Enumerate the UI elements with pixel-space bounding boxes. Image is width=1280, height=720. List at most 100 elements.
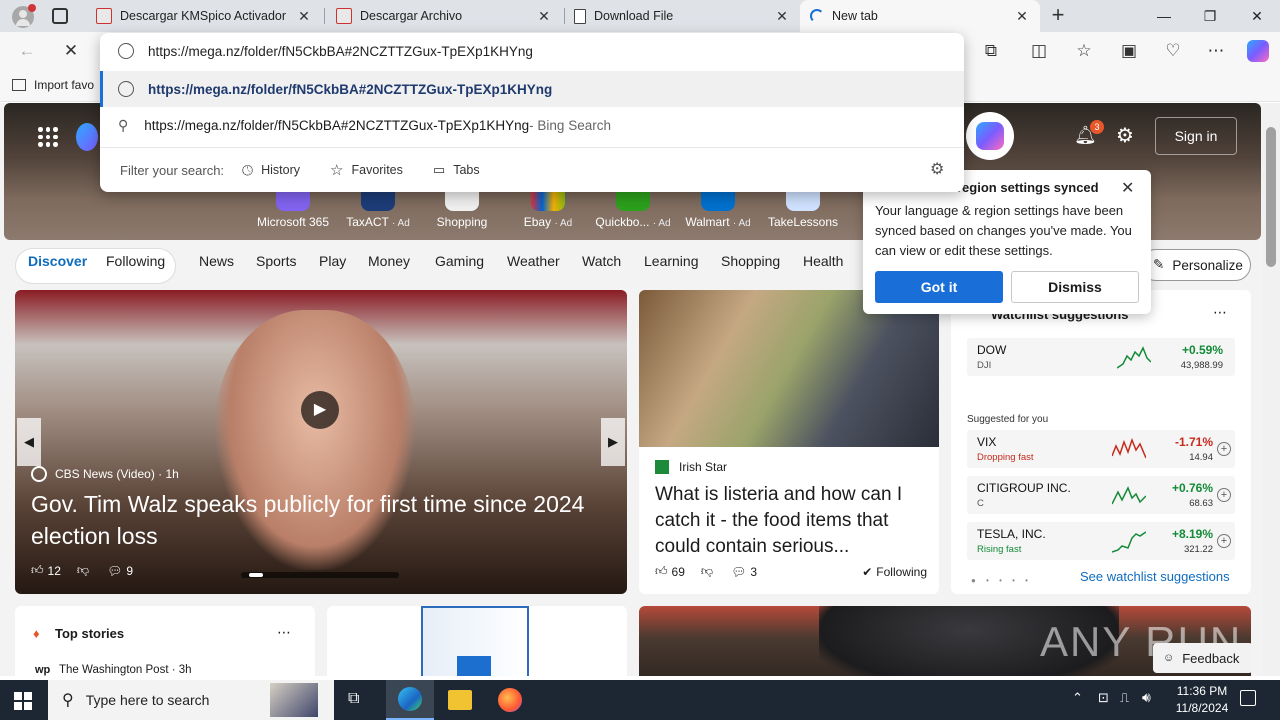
more-options-icon[interactable]: ⋯ bbox=[277, 624, 291, 641]
firefox-icon[interactable] bbox=[498, 688, 522, 712]
see-watchlist-link[interactable]: See watchlist suggestions bbox=[1080, 569, 1230, 584]
app-launcher-icon[interactable] bbox=[38, 127, 58, 147]
dismiss-button[interactable]: Dismiss bbox=[1011, 271, 1139, 303]
nav-gaming[interactable]: Gaming bbox=[435, 253, 484, 269]
profile-icon[interactable] bbox=[12, 4, 36, 28]
close-window-button[interactable]: ✕ bbox=[1234, 0, 1280, 32]
clock-time[interactable]: 11:36 PM bbox=[1170, 684, 1234, 698]
quick-link-walmart[interactable]: Walmart · Ad bbox=[673, 191, 763, 229]
like-icon[interactable]: 👍︎ bbox=[655, 564, 668, 579]
nav-following[interactable]: Following bbox=[106, 253, 165, 269]
nav-shopping[interactable]: Shopping bbox=[721, 253, 780, 269]
nav-sports[interactable]: Sports bbox=[256, 253, 296, 269]
address-input[interactable] bbox=[148, 43, 908, 59]
volume-icon[interactable]: 🔊︎ bbox=[1142, 689, 1151, 706]
like-icon[interactable]: 👍︎ bbox=[31, 563, 44, 578]
start-windows-icon[interactable] bbox=[14, 692, 32, 710]
side-story-card[interactable]: Irish Star What is listeria and how can … bbox=[639, 290, 939, 594]
notification-center-icon[interactable] bbox=[1240, 690, 1256, 706]
quick-link-shopping[interactable]: Shopping bbox=[417, 191, 507, 229]
search-settings-gear-icon[interactable]: ⚙ bbox=[930, 159, 944, 179]
system-tray-chevron-icon[interactable]: ⌃ bbox=[1072, 690, 1083, 706]
side-story-title[interactable]: What is listeria and how can I catch it … bbox=[655, 482, 927, 560]
stock-row-dow[interactable]: DOW DJI +0.59% 43,988.99 bbox=[967, 338, 1235, 376]
feedback-button[interactable]: ☺ Feedback bbox=[1153, 643, 1253, 673]
add-to-watchlist-icon[interactable]: + bbox=[1217, 534, 1231, 548]
filter-favorites[interactable]: ☆ Favorites bbox=[330, 161, 403, 179]
more-options-icon[interactable]: ⋯ bbox=[1213, 304, 1227, 321]
file-explorer-icon[interactable] bbox=[448, 690, 472, 710]
quick-link-taxact[interactable]: TaxACT · Ad bbox=[333, 191, 423, 229]
nav-discover[interactable]: Discover bbox=[28, 253, 87, 269]
back-icon[interactable]: ← bbox=[12, 36, 42, 66]
nav-watch[interactable]: Watch bbox=[582, 253, 621, 269]
close-tab-icon[interactable]: ✕ bbox=[536, 8, 552, 25]
play-video-icon[interactable]: ▶ bbox=[301, 391, 339, 429]
url-suggestion[interactable]: https://mega.nz/folder/fN5CkbBA#2NCZTTZG… bbox=[100, 71, 964, 107]
nav-learning[interactable]: Learning bbox=[644, 253, 699, 269]
new-tab-button[interactable]: + bbox=[1046, 4, 1070, 28]
minimize-button[interactable]: — bbox=[1141, 0, 1187, 32]
stock-row-citigroup[interactable]: CITIGROUP INC. C +0.76% 68.63 + bbox=[967, 476, 1235, 514]
tab-download-file[interactable]: Download File ✕ bbox=[564, 0, 800, 32]
close-tab-icon[interactable]: ✕ bbox=[774, 8, 790, 25]
nav-news[interactable]: News bbox=[199, 253, 234, 269]
browser-essentials-icon[interactable]: ♡ bbox=[1158, 36, 1188, 66]
copilot-icon[interactable] bbox=[1243, 36, 1273, 66]
quick-link-quickbooks[interactable]: Quickbo... · Ad bbox=[588, 191, 678, 229]
stop-loading-icon[interactable]: ✕ bbox=[56, 36, 86, 66]
close-tab-icon[interactable]: ✕ bbox=[1014, 8, 1030, 25]
stock-row-tesla[interactable]: TESLA, INC. Rising fast +8.19% 321.22 + bbox=[967, 522, 1235, 560]
tab-actions-icon[interactable] bbox=[52, 8, 68, 24]
top-stories-title[interactable]: Top stories bbox=[55, 626, 124, 641]
clock-date[interactable]: 11/8/2024 bbox=[1170, 701, 1234, 715]
quick-link-takelessons[interactable]: TakeLessons bbox=[758, 191, 848, 229]
taskbar-search-box[interactable]: ⚲ Type here to search bbox=[48, 680, 334, 720]
wifi-icon[interactable]: ⎍ bbox=[1120, 690, 1129, 706]
network-icon[interactable]: ⊡ bbox=[1098, 690, 1109, 706]
nav-money[interactable]: Money bbox=[368, 253, 410, 269]
got-it-button[interactable]: Got it bbox=[875, 271, 1003, 303]
personalize-button[interactable]: ✎ Personalize bbox=[1140, 249, 1251, 281]
quick-link-microsoft365[interactable]: Microsoft 365 bbox=[248, 191, 338, 229]
stock-row-vix[interactable]: VIX Dropping fast -1.71% 14.94 + bbox=[967, 430, 1235, 468]
dislike-icon[interactable]: 👎︎ bbox=[77, 563, 89, 578]
add-to-watchlist-icon[interactable]: + bbox=[1217, 488, 1231, 502]
ad-card[interactable] bbox=[327, 606, 627, 676]
watchlist-pager[interactable]: ● • • • • bbox=[971, 576, 1032, 585]
story-title[interactable]: Gov. Tim Walz speaks publicly for first … bbox=[31, 488, 591, 552]
carousel-dots[interactable] bbox=[241, 572, 399, 578]
filter-history[interactable]: 🕓︎ History bbox=[242, 162, 300, 179]
sign-in-button[interactable]: Sign in bbox=[1155, 117, 1237, 155]
comment-icon[interactable]: 💬︎ bbox=[107, 564, 122, 578]
copilot-button[interactable] bbox=[966, 112, 1014, 160]
nav-weather[interactable]: Weather bbox=[507, 253, 560, 269]
edge-taskbar-icon[interactable] bbox=[386, 680, 434, 720]
settings-gear-icon[interactable]: ⚙ bbox=[1116, 123, 1134, 148]
more-menu-icon[interactable]: ⋯ bbox=[1201, 36, 1231, 66]
tab-kmspico[interactable]: Descargar KMSpico Activador ✕ bbox=[86, 0, 322, 32]
main-story-card[interactable]: ▶ ◀ ▶ CBS News (Video) · 1h Gov. Tim Wal… bbox=[15, 290, 627, 594]
close-popup-icon[interactable]: ✕ bbox=[1121, 178, 1134, 198]
nav-play[interactable]: Play bbox=[319, 253, 346, 269]
split-screen-icon[interactable]: ◫ bbox=[1024, 36, 1054, 66]
tab-new-tab[interactable]: New tab ✕ bbox=[800, 0, 1040, 32]
close-tab-icon[interactable]: ✕ bbox=[296, 8, 312, 25]
following-label[interactable]: Following bbox=[876, 565, 927, 579]
task-view-icon[interactable]: ⧉ bbox=[348, 690, 359, 708]
tab-descargar-archivo[interactable]: Descargar Archivo ✕ bbox=[326, 0, 562, 32]
add-to-watchlist-icon[interactable]: + bbox=[1217, 442, 1231, 456]
carousel-prev-button[interactable]: ◀ bbox=[17, 418, 41, 466]
comment-icon[interactable]: 💬︎ bbox=[731, 565, 746, 579]
page-scrollbar[interactable] bbox=[1262, 103, 1280, 676]
collections-icon[interactable]: ▣ bbox=[1114, 36, 1144, 66]
carousel-next-button[interactable]: ▶ bbox=[601, 418, 625, 466]
quick-link-ebay[interactable]: Ebay · Ad bbox=[503, 191, 593, 229]
nav-health[interactable]: Health bbox=[803, 253, 843, 269]
import-favorites-item[interactable]: Import favo bbox=[12, 78, 94, 92]
dislike-icon[interactable]: 👎︎ bbox=[701, 564, 713, 579]
favorites-star-icon[interactable]: ☆ bbox=[1069, 36, 1099, 66]
extensions-icon[interactable]: ⧉ bbox=[976, 36, 1006, 66]
filter-tabs[interactable]: ▭ Tabs bbox=[433, 162, 480, 178]
search-suggestion[interactable]: ⚲ https://mega.nz/folder/fN5CkbBA#2NCZTT… bbox=[100, 107, 964, 143]
